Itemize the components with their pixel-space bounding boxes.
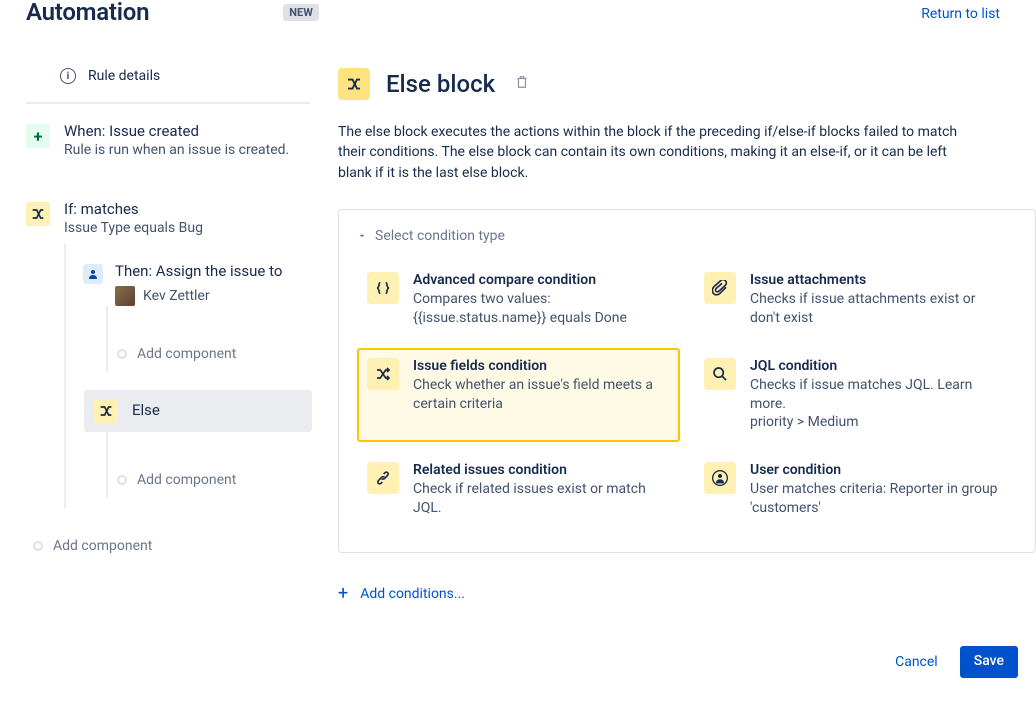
else-title: Else — [132, 401, 160, 419]
person-icon — [83, 264, 103, 284]
then-node[interactable]: Then: Assign the issue to Kev Zettler — [83, 262, 320, 306]
if-title: If: matches — [64, 200, 320, 218]
search-icon — [704, 358, 736, 390]
add-component-root[interactable]: Add component — [33, 538, 320, 554]
shuffle-icon — [367, 358, 399, 390]
condition-title: User condition — [750, 462, 1007, 478]
new-badge: NEW — [283, 4, 319, 21]
trigger-desc: Rule is run when an issue is created. — [64, 142, 320, 158]
condition-title: JQL condition — [750, 358, 1007, 374]
add-dot-icon — [33, 541, 43, 551]
add-dot-icon — [117, 349, 127, 359]
add-component-then[interactable]: Add component — [117, 346, 320, 362]
then-title: Then: Assign the issue to — [115, 262, 282, 280]
condition-issue-fields[interactable]: Issue fields condition Check whether an … — [357, 348, 680, 443]
condition-title: Issue fields condition — [413, 358, 670, 374]
add-component-label: Add component — [53, 538, 152, 554]
trash-icon[interactable] — [515, 75, 529, 93]
condition-advanced-compare[interactable]: Advanced compare condition Compares two … — [357, 262, 680, 338]
condition-title: Issue attachments — [750, 272, 1007, 288]
rule-details-row[interactable]: i Rule details — [26, 50, 310, 104]
rule-details-label: Rule details — [88, 68, 160, 84]
condition-jql[interactable]: JQL condition Checks if issue matches JQ… — [694, 348, 1017, 443]
add-conditions-label: Add conditions... — [360, 586, 465, 602]
person-icon — [704, 462, 736, 494]
add-component-label: Add component — [137, 472, 236, 488]
add-component-label: Add component — [137, 346, 236, 362]
condition-desc: User matches criteria: Reporter in group… — [750, 480, 1007, 518]
cancel-button[interactable]: Cancel — [885, 646, 948, 678]
page-title: Automation — [26, 0, 149, 26]
if-desc: Issue Type equals Bug — [64, 220, 320, 236]
collapse-toggle[interactable]: Select condition type — [357, 228, 1017, 244]
trigger-title: When: Issue created — [64, 122, 320, 140]
condition-desc: Checks if issue attachments exist or don… — [750, 290, 1007, 328]
plus-icon: + — [338, 583, 348, 604]
condition-desc: Check if related issues exist or match J… — [413, 480, 670, 518]
condition-related-issues[interactable]: Related issues condition Check if relate… — [357, 452, 680, 528]
detail-description: The else block executes the actions with… — [338, 122, 978, 183]
return-to-list-link[interactable]: Return to list — [921, 6, 1000, 22]
condition-issue-attachments[interactable]: Issue attachments Checks if issue attach… — [694, 262, 1017, 338]
if-node[interactable]: If: matches Issue Type equals Bug — [26, 200, 320, 236]
braces-icon — [367, 272, 399, 304]
branch-icon — [94, 399, 118, 423]
trigger-node[interactable]: + When: Issue created Rule is run when a… — [26, 122, 320, 158]
plus-icon: + — [26, 124, 50, 148]
condition-panel: Select condition type Advanced compare c… — [338, 209, 1036, 553]
condition-title: Advanced compare condition — [413, 272, 670, 288]
condition-desc: Checks if issue matches JQL. Learn more.… — [750, 376, 1007, 433]
save-button[interactable]: Save — [960, 646, 1018, 678]
paperclip-icon — [704, 272, 736, 304]
add-component-else[interactable]: Add component — [117, 472, 320, 488]
collapse-label: Select condition type — [375, 228, 505, 244]
condition-title: Related issues condition — [413, 462, 670, 478]
branch-icon — [26, 202, 50, 226]
assignee-name: Kev Zettler — [143, 288, 210, 304]
else-node[interactable]: Else — [84, 390, 312, 432]
condition-desc: Check whether an issue's field meets a c… — [413, 376, 670, 414]
info-icon: i — [60, 68, 76, 84]
condition-desc: Compares two values: {{issue.status.name… — [413, 290, 670, 328]
chevron-down-icon — [357, 231, 367, 241]
branch-icon — [338, 68, 370, 100]
avatar — [115, 286, 135, 306]
detail-title: Else block — [386, 70, 495, 98]
link-icon — [367, 462, 399, 494]
add-dot-icon — [117, 475, 127, 485]
condition-user[interactable]: User condition User matches criteria: Re… — [694, 452, 1017, 528]
add-conditions-button[interactable]: + Add conditions... — [338, 583, 1036, 604]
